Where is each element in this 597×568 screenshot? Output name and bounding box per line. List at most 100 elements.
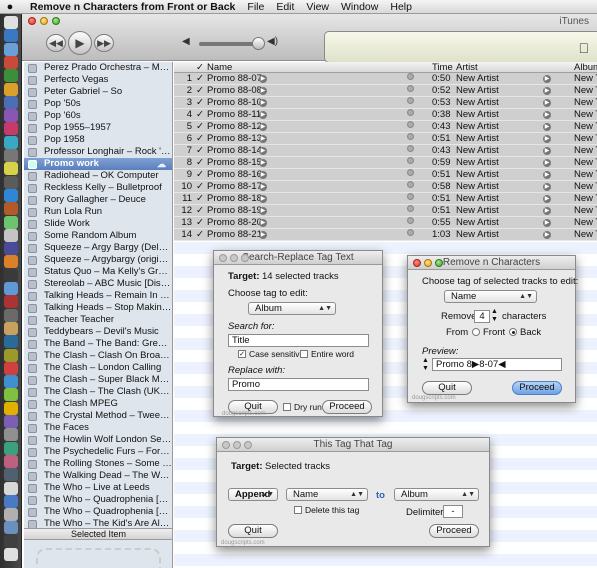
sidebar-playlist-item[interactable]: Professor Longhair – Rock 'n' Roll...	[24, 146, 172, 158]
track-checkbox[interactable]: ✓	[196, 121, 204, 133]
track-row[interactable]: 8 Promo 88-15 0:59 New Artist New Title ✓ ▶ ▶	[174, 157, 597, 169]
track-checkbox[interactable]: ✓	[196, 229, 204, 241]
dock-app-icon[interactable]	[4, 468, 18, 482]
sidebar-playlist-item[interactable]: The Faces	[24, 422, 172, 434]
dock-app-icon[interactable]	[4, 122, 18, 136]
column-album[interactable]: Album	[574, 62, 597, 73]
sidebar-playlist-item[interactable]: Promo work ☁	[24, 158, 172, 170]
dock-app-icon[interactable]	[4, 82, 18, 96]
minimize-dialog-icon[interactable]	[230, 254, 238, 262]
minimize-dialog-icon[interactable]	[233, 441, 241, 449]
artist-link-arrow-icon[interactable]: ▶	[543, 183, 551, 191]
dock-app-icon[interactable]	[4, 428, 18, 442]
track-checkbox[interactable]: ✓	[196, 205, 204, 217]
sidebar-playlist-item[interactable]: The Clash – Super Black Market Cl...	[24, 374, 172, 386]
more-options-icon[interactable]	[407, 121, 414, 128]
dock-app-icon[interactable]	[4, 321, 18, 335]
more-options-icon[interactable]	[407, 229, 414, 236]
sidebar-playlist-item[interactable]: Pop 1955–1957	[24, 122, 172, 134]
sidebar-playlist-item[interactable]: The Clash – London Calling	[24, 362, 172, 374]
sidebar-playlist-item[interactable]: Peter Gabriel – So	[24, 86, 172, 98]
store-link-arrow-icon[interactable]: ▶	[259, 111, 267, 119]
sidebar-playlist-item[interactable]: Talking Heads – Stop Making Sens...	[24, 302, 172, 314]
dock-app-icon[interactable]	[4, 55, 18, 69]
artist-link-arrow-icon[interactable]: ▶	[543, 231, 551, 239]
dock-app-icon[interactable]	[4, 69, 18, 83]
store-link-arrow-icon[interactable]: ▶	[259, 87, 267, 95]
more-options-icon[interactable]	[407, 145, 414, 152]
more-options-icon[interactable]	[407, 217, 414, 224]
store-link-arrow-icon[interactable]: ▶	[259, 183, 267, 191]
store-link-arrow-icon[interactable]: ▶	[259, 171, 267, 179]
close-window-icon[interactable]	[28, 17, 36, 25]
dock-app-icon[interactable]	[4, 255, 18, 269]
more-options-icon[interactable]	[407, 157, 414, 164]
sidebar-playlist-item[interactable]: The Rolling Stones – Some Girls	[24, 458, 172, 470]
more-options-icon[interactable]	[407, 85, 414, 92]
artist-link-arrow-icon[interactable]: ▶	[543, 75, 551, 83]
sidebar-playlist-item[interactable]: Slide Work	[24, 218, 172, 230]
menu-help[interactable]: Help	[390, 1, 412, 13]
next-track-button[interactable]: ▶▶	[94, 34, 114, 52]
track-row[interactable]: 7 Promo 88-14 0:43 New Artist New Title ✓ ▶ ▶	[174, 145, 597, 157]
tag-select[interactable]: Album ▲▼	[248, 302, 336, 315]
dock-app-icon[interactable]	[4, 348, 18, 362]
dock-app-icon[interactable]	[4, 295, 18, 309]
store-link-arrow-icon[interactable]: ▶	[259, 123, 267, 131]
track-row[interactable]: 9 Promo 88-16 0:51 New Artist New Title ✓ ▶ ▶	[174, 169, 597, 181]
dock-app-icon[interactable]	[4, 534, 18, 548]
sidebar-playlist-item[interactable]: The Clash – The Clash (UK Version)	[24, 386, 172, 398]
artist-link-arrow-icon[interactable]: ▶	[543, 111, 551, 119]
minimize-window-icon[interactable]	[40, 17, 48, 25]
sidebar-playlist-item[interactable]: Talking Heads – Remain In Light	[24, 290, 172, 302]
dock-app-icon[interactable]	[4, 508, 18, 522]
close-dialog-icon[interactable]	[413, 259, 421, 267]
menu-edit[interactable]: Edit	[276, 1, 294, 13]
sidebar-playlist-item[interactable]: The Who – Live at Leeds	[24, 482, 172, 494]
sidebar-playlist-item[interactable]: Reckless Kelly – Bulletproof	[24, 182, 172, 194]
zoom-dialog-icon[interactable]	[241, 254, 249, 262]
app-menu[interactable]: Remove n Characters from Front or Back	[30, 1, 235, 13]
dock-app-icon[interactable]	[4, 95, 18, 109]
replace-with-field[interactable]: Promo	[228, 378, 369, 391]
dock-app-icon[interactable]	[4, 454, 18, 468]
sidebar-playlist-item[interactable]: The Clash MPEG	[24, 398, 172, 410]
track-row[interactable]: 10 Promo 88-17 0:58 New Artist New Title ✓ ▶ ▶	[174, 181, 597, 193]
dock-app-icon[interactable]	[4, 175, 18, 189]
source-tag-select[interactable]: Name ▲▼	[286, 488, 368, 501]
artist-link-arrow-icon[interactable]: ▶	[543, 195, 551, 203]
sidebar-playlist-item[interactable]: Squeeze – Argy Bargy (Deluxe Edit...	[24, 242, 172, 254]
dry-run-checkbox[interactable]	[283, 403, 291, 411]
sidebar-playlist-item[interactable]: The Walking Dead – The Walk...	[24, 470, 172, 482]
quit-button[interactable]: Quit	[422, 381, 472, 395]
artist-link-arrow-icon[interactable]: ▶	[543, 171, 551, 179]
store-link-arrow-icon[interactable]: ▶	[259, 207, 267, 215]
destination-tag-select[interactable]: Album ▲▼	[394, 488, 479, 501]
column-name[interactable]: Name	[207, 62, 232, 73]
track-row[interactable]: 1 Promo 88-07 0:50 New Artist New Title ✓ ▶ ▶	[174, 73, 597, 85]
dock-app-icon[interactable]	[4, 335, 18, 349]
more-options-icon[interactable]	[407, 193, 414, 200]
dock-app-icon[interactable]	[4, 388, 18, 402]
track-row[interactable]: 11 Promo 88-18 0:51 New Artist New Title ✓ ▶ ▶	[174, 193, 597, 205]
track-checkbox[interactable]: ✓	[196, 193, 204, 205]
back-radio[interactable]	[509, 328, 517, 336]
play-button[interactable]: ▶	[68, 31, 92, 55]
sidebar-playlist-item[interactable]: The Psychedelic Furs – Forever Now	[24, 446, 172, 458]
entire-word-checkbox[interactable]	[300, 350, 308, 358]
sidebar-playlist-item[interactable]: The Howlin Wolf London Session	[24, 434, 172, 446]
dock-app-icon[interactable]	[4, 109, 18, 123]
sidebar-playlist-item[interactable]: The Band – The Band: Greatest Hits	[24, 338, 172, 350]
sidebar-playlist-item[interactable]: Perfecto Vegas	[24, 74, 172, 86]
sidebar-playlist-item[interactable]: The Crystal Method – Tweekend	[24, 410, 172, 422]
dock-app-icon[interactable]	[4, 401, 18, 415]
minimize-dialog-icon[interactable]	[424, 259, 432, 267]
dock-app-icon[interactable]	[4, 29, 18, 43]
case-sensitive-checkbox[interactable]: ✓	[238, 350, 246, 358]
sidebar-playlist-item[interactable]: Some Random Album	[24, 230, 172, 242]
store-link-arrow-icon[interactable]: ▶	[259, 159, 267, 167]
more-options-icon[interactable]	[407, 109, 414, 116]
previous-track-button[interactable]: ◀◀	[46, 34, 66, 52]
track-row[interactable]: 6 Promo 88-13 0:51 New Artist New Title ✓ ▶ ▶	[174, 133, 597, 145]
track-row[interactable]: 5 Promo 88-12 0:43 New Artist New Title ✓ ▶ ▶	[174, 121, 597, 133]
